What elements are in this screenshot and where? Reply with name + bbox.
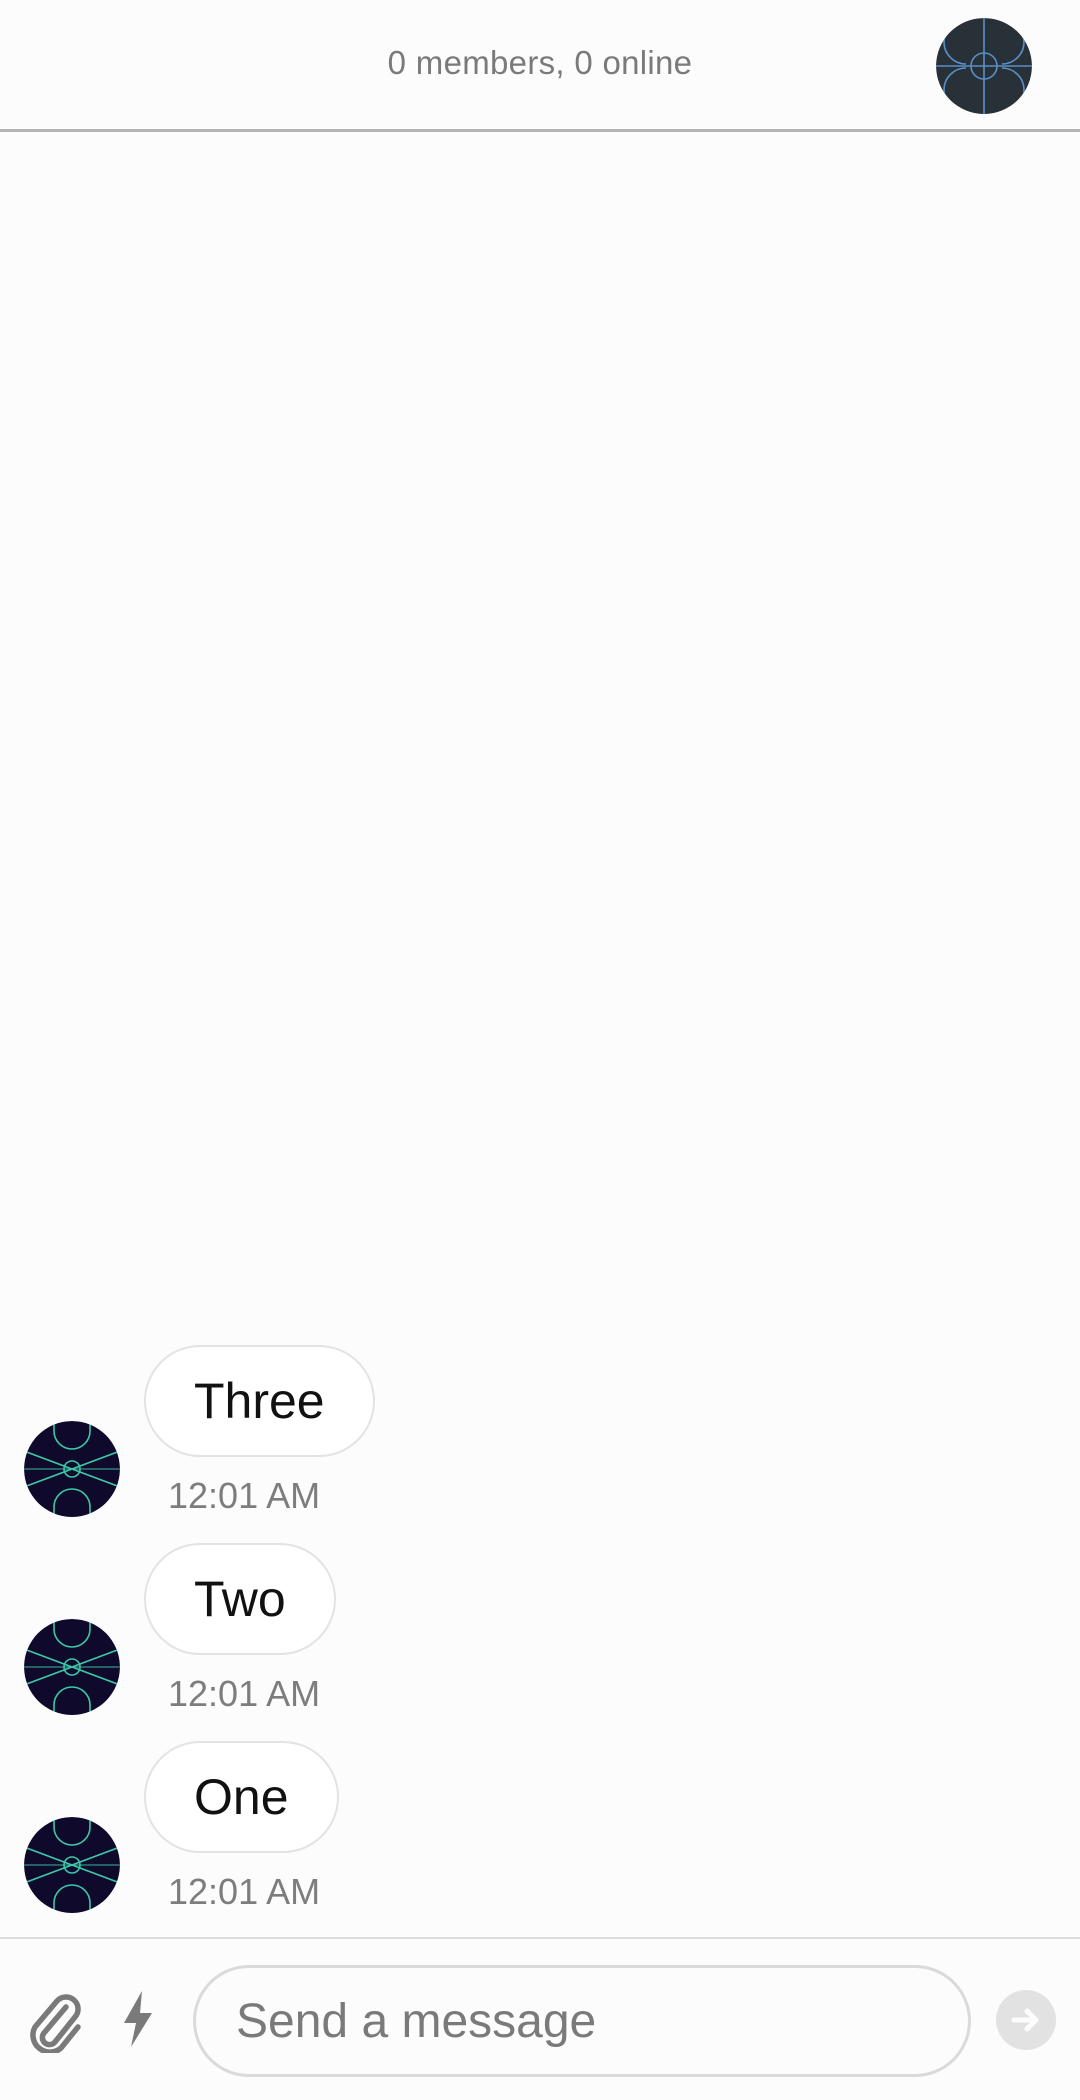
message-bubble[interactable]: Three bbox=[144, 1345, 375, 1457]
message-timestamp: 12:01 AM bbox=[168, 1475, 321, 1516]
message-item: Two 12:01 AM bbox=[0, 1543, 1080, 1733]
lightning-icon[interactable] bbox=[118, 1989, 158, 2049]
user-avatar-icon[interactable] bbox=[24, 1619, 120, 1715]
channel-header: 0 members, 0 online bbox=[0, 0, 1080, 132]
message-list[interactable]: Three 12:01 AM Two 12:01 AM One 12:01 AM bbox=[0, 132, 1080, 1937]
send-arrow-icon[interactable] bbox=[996, 1990, 1056, 2050]
chat-screen: 0 members, 0 online Three 12:01 AM Two 1… bbox=[0, 0, 1080, 2100]
message-bubble[interactable]: One bbox=[144, 1741, 339, 1853]
user-avatar-icon[interactable] bbox=[24, 1817, 120, 1913]
message-input[interactable] bbox=[193, 1965, 971, 2077]
message-timestamp: 12:01 AM bbox=[168, 1871, 321, 1912]
message-bubble[interactable]: Two bbox=[144, 1543, 336, 1655]
user-avatar-icon[interactable] bbox=[24, 1421, 120, 1517]
message-item: Three 12:01 AM bbox=[0, 1345, 1080, 1535]
message-timestamp: 12:01 AM bbox=[168, 1673, 321, 1714]
message-composer bbox=[0, 1937, 1080, 2100]
channel-avatar-icon[interactable] bbox=[936, 18, 1032, 114]
member-status: 0 members, 0 online bbox=[387, 44, 693, 81]
paperclip-icon[interactable] bbox=[26, 1985, 82, 2055]
message-item: One 12:01 AM bbox=[0, 1741, 1080, 1931]
